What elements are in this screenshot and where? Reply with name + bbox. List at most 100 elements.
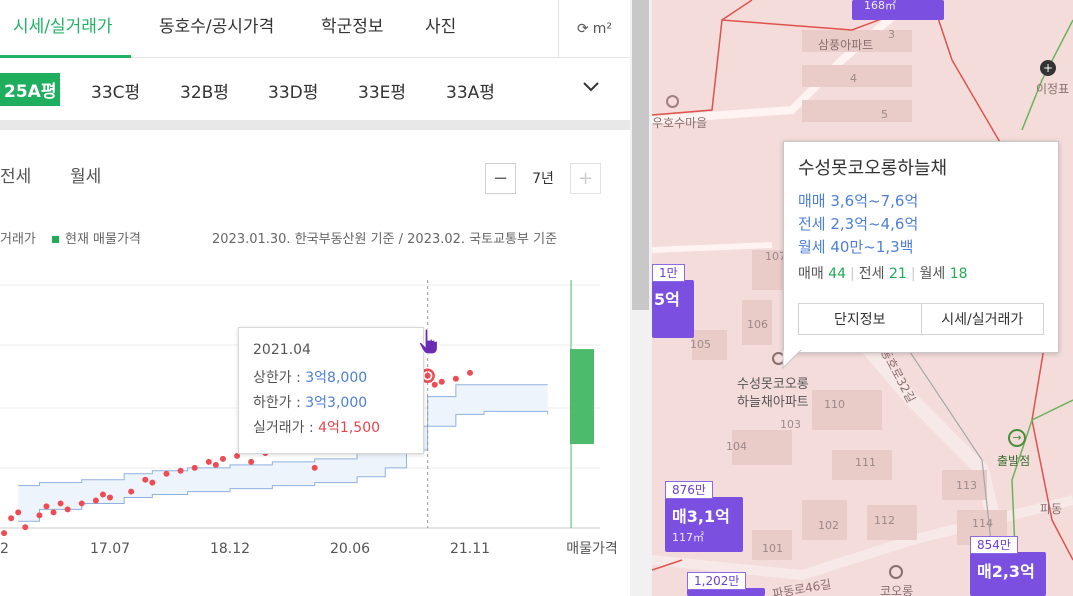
trade-point — [36, 512, 43, 519]
map-label-kolong-2: 하늘채아파트 — [737, 395, 809, 410]
legend-square-icon — [52, 236, 59, 243]
period-plus-button[interactable]: + — [570, 162, 601, 194]
map-building-106: 106 — [747, 318, 768, 331]
size-tab-32b[interactable]: 32B평 — [180, 78, 229, 103]
complex-title[interactable]: 수성못코오롱하늘채 — [798, 154, 1058, 180]
complex-info-card: 수성못코오롱하늘채 매매 3,6억~7,6억 전세 2,3억~4,6억 월세 4… — [783, 141, 1059, 353]
size-tab-25a[interactable]: 25A평 — [0, 73, 61, 106]
map-label-kolong-1: 수성못코오롱 — [737, 377, 809, 392]
trade-point — [212, 461, 219, 468]
map-label-samphung: 삼풍아파트 — [818, 38, 874, 52]
poi-apartment-icon[interactable] — [666, 95, 679, 108]
trade-point — [78, 500, 85, 507]
poi-start-icon[interactable]: → — [1008, 429, 1026, 447]
hand-cursor-icon — [418, 328, 440, 360]
tooltip-lower-value: 3억3,000 — [305, 395, 368, 411]
size-tab-33d[interactable]: 33D평 — [268, 78, 318, 103]
trade-point — [177, 467, 184, 474]
map-building-112: 112 — [874, 514, 895, 527]
trade-point — [22, 524, 29, 531]
map-building-113: 113 — [956, 479, 977, 492]
x-tick-label: 17.07 — [90, 541, 130, 557]
tab-price[interactable]: 시세/실거래가 — [13, 12, 113, 37]
chart-tooltip: 2021.04 상한가 : 3억8,000 하한가 : 3억3,000 실거래가… — [238, 327, 424, 454]
map-label-padong: 파동 — [1040, 502, 1063, 516]
price-marker-left[interactable]: 1만 5억 — [652, 264, 694, 338]
x-tick-label: 20.06 — [330, 541, 370, 557]
map-building-102: 102 — [818, 519, 839, 532]
price-marker-left-main: 5억 — [654, 290, 680, 309]
trade-point — [219, 455, 226, 462]
trade-point — [191, 464, 198, 471]
tab-school[interactable]: 학군정보 — [321, 12, 384, 37]
trade-point — [8, 515, 15, 522]
top-tabs: 시세/실거래가 동호수/공시가격 학군정보 사진 ⟳ m² — [0, 0, 630, 58]
current-listing-bar — [570, 349, 594, 445]
refresh-icon: ⟳ — [577, 21, 589, 37]
trade-point — [424, 372, 431, 379]
trade-point — [452, 375, 459, 382]
trade-type-wolse[interactable]: 월세 — [70, 162, 101, 187]
complex-info-button[interactable]: 단지정보 — [799, 304, 921, 334]
tooltip-upper: 상한가 : 3억8,000 — [253, 367, 423, 392]
count-jeonse-label: 전세 — [858, 266, 885, 282]
scrollbar-thumb[interactable] — [632, 0, 649, 310]
tooltip-lower: 하한가 : 3억3,000 — [253, 392, 423, 417]
tab-photo[interactable]: 사진 — [425, 12, 456, 37]
price-marker-left-top: 1만 — [652, 264, 685, 282]
price-marker-854-main: 매2,3억 — [977, 562, 1035, 581]
price-marker-876[interactable]: 876만 매3,1억 117㎡ — [665, 481, 743, 552]
trade-point — [15, 509, 22, 516]
map-building-110: 110 — [824, 398, 845, 411]
info-card-buttons: 단지정보 시세/실거래가 — [798, 303, 1044, 335]
trade-point — [431, 381, 438, 388]
count-separator: | — [910, 266, 916, 282]
unit-toggle-button[interactable]: ⟳ m² — [558, 0, 630, 58]
poi-plus-icon[interactable]: + — [1040, 60, 1056, 76]
jeonse-range: 전세 2,3억~4,6억 — [798, 215, 919, 233]
count-wolse: 18 — [949, 266, 968, 282]
x-tick-label: 2 — [0, 541, 9, 557]
map-building-111: 111 — [855, 456, 876, 469]
period-value: 7년 — [532, 171, 554, 187]
legend-current-label: 현재 매물가격 — [65, 232, 141, 247]
tab-units[interactable]: 동호수/공시가격 — [159, 12, 274, 37]
tooltip-date: 2021.04 — [253, 342, 311, 358]
map-building-114: 114 — [972, 517, 993, 530]
legend-current-listing: 현재 매물가격 — [52, 228, 141, 247]
chart-legend: 거래가 현재 매물가격 2023.01.30. 한국부동산원 기준 / 2023… — [0, 228, 630, 250]
size-tab-33a[interactable]: 33A평 — [446, 78, 495, 103]
map-label-hosu: 우호수마을 — [652, 116, 708, 130]
trade-point — [64, 506, 71, 513]
tooltip-real-value: 4억1,500 — [318, 420, 381, 436]
chevron-down-icon[interactable] — [582, 78, 600, 97]
price-marker-854[interactable]: 854만 매2,3억 — [970, 536, 1046, 596]
trade-point — [163, 470, 170, 477]
trade-point — [128, 488, 135, 495]
size-tab-33c[interactable]: 33C평 — [91, 78, 140, 103]
price-marker-876-main: 매3,1억 — [672, 507, 730, 526]
size-tab-33e[interactable]: 33E평 — [358, 78, 406, 103]
trade-point — [311, 464, 318, 471]
poi-koorong-icon[interactable] — [889, 565, 903, 579]
trade-type-jeonse[interactable]: 전세 — [0, 162, 31, 187]
price-marker-1202[interactable]: 1,202만 — [687, 572, 765, 596]
x-tick-label: 18.12 — [210, 541, 250, 557]
info-card-pointer — [782, 350, 802, 370]
trade-point — [205, 458, 212, 465]
trade-point — [149, 479, 156, 486]
trade-point — [92, 497, 99, 504]
trade-point — [466, 369, 473, 376]
price-history-button[interactable]: 시세/실거래가 — [920, 304, 1044, 334]
trade-point — [57, 500, 64, 507]
price-panel: 시세/실거래가 동호수/공시가격 학군정보 사진 ⟳ m² 25A평 33C평 … — [0, 0, 630, 596]
price-marker-876-area: 117㎡ — [672, 531, 704, 544]
app-window: 시세/실거래가 동호수/공시가격 학군정보 사진 ⟳ m² 25A평 33C평 … — [0, 0, 1073, 596]
tooltip-real-label: 실거래가 : — [253, 420, 319, 436]
map-building-3: 3 — [888, 28, 895, 41]
price-marker-876-top: 876만 — [665, 481, 713, 499]
price-marker-top[interactable]: 168㎡ — [852, 0, 944, 20]
map-label-ijeong: 이정표 — [1036, 82, 1070, 96]
period-minus-button[interactable]: − — [485, 162, 516, 194]
count-sale: 44 — [828, 266, 847, 282]
